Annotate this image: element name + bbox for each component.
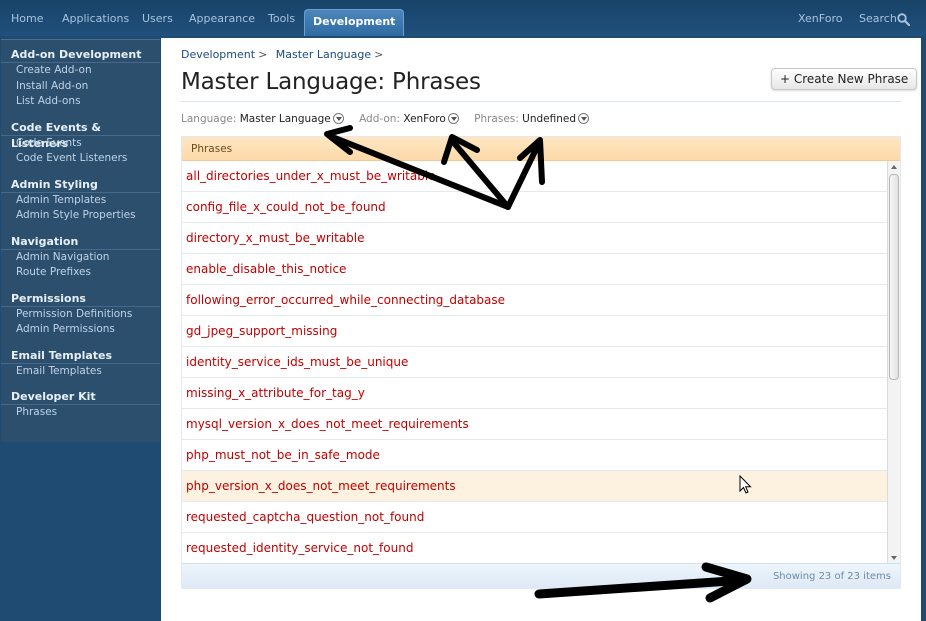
sidebar-item[interactable]: Phrases <box>1 405 160 421</box>
list-item[interactable]: all_directories_under_x_must_be_writable <box>182 161 888 192</box>
sidebar-group-title: Add-on Development <box>1 47 160 63</box>
tab-appearance[interactable]: Appearance <box>189 12 255 25</box>
list-item[interactable]: requested_captcha_question_not_found <box>182 502 888 533</box>
breadcrumb-master-language[interactable]: Master Language <box>276 48 371 61</box>
sidebar-item[interactable]: Install Add-on <box>1 79 160 95</box>
list-item[interactable]: identity_service_ids_must_be_unique <box>182 347 888 378</box>
chevron-down-icon[interactable] <box>447 113 459 124</box>
sidebar-group-title: Code Events & Listeners <box>1 120 160 150</box>
breadcrumb-separator: > <box>258 48 268 61</box>
list-item[interactable]: php_version_x_does_not_meet_requirements <box>182 471 888 502</box>
page-title: Master Language: Phrases <box>181 69 481 95</box>
sidebar-item[interactable]: Code Event Listeners <box>1 151 160 167</box>
tab-users[interactable]: Users <box>142 12 173 25</box>
filter-bar: Language: Master Language Add-on: XenFor… <box>181 112 601 126</box>
list-item[interactable]: enable_disable_this_notice <box>182 254 888 285</box>
title-divider <box>181 101 901 102</box>
xenforo-link[interactable]: XenForo <box>798 12 842 25</box>
list-item[interactable]: missing_x_attribute_for_tag_y <box>182 378 888 409</box>
list-item[interactable]: gd_jpeg_support_missing <box>182 316 888 347</box>
list-item[interactable]: directory_x_must_be_writable <box>182 223 888 254</box>
chevron-down-icon[interactable] <box>332 113 344 124</box>
sidebar: Add-on Development Create Add-on Install A… <box>1 39 160 442</box>
phrases-filter-label: Phrases: <box>474 113 519 125</box>
sidebar-item[interactable]: Admin Style Properties <box>1 208 160 224</box>
phrase-list: Phrases all_directories_under_x_must_be_… <box>181 136 901 589</box>
sidebar-group: Add-on Development Create Add-on Install A… <box>1 47 160 110</box>
list-item[interactable]: php_must_not_be_in_safe_mode <box>182 440 888 471</box>
sidebar-group-title: Navigation <box>1 234 160 250</box>
phrase-rows: all_directories_under_x_must_be_writable… <box>182 161 888 564</box>
tab-development[interactable]: Development <box>304 9 405 36</box>
sidebar-item[interactable]: Permission Definitions <box>1 307 160 323</box>
sidebar-group: Permissions Permission Definitions Admin P… <box>1 291 160 338</box>
breadcrumb-development[interactable]: Development <box>181 48 255 61</box>
scroll-up-icon[interactable] <box>891 165 897 169</box>
chevron-down-icon[interactable] <box>578 113 590 124</box>
list-header: Phrases <box>182 137 900 161</box>
sidebar-item[interactable]: Code Events <box>1 136 160 152</box>
phrases-filter[interactable]: Phrases: Undefined <box>474 112 590 126</box>
create-new-phrase-button[interactable]: + Create New Phrase <box>771 68 918 90</box>
list-item[interactable]: requested_identity_service_not_found <box>182 533 888 564</box>
sidebar-group: Code Events & Listeners Code Events Code E… <box>1 120 160 167</box>
list-item[interactable]: following_error_occurred_while_connectin… <box>182 285 888 316</box>
sidebar-group: Admin Styling Admin Templates Admin Style … <box>1 177 160 224</box>
breadcrumb-separator: > <box>374 48 384 61</box>
sidebar-group: Navigation Admin Navigation Route Prefixes <box>1 234 160 281</box>
search-link[interactable]: Search <box>859 12 897 25</box>
main-panel: Development > Master Language > Master Lan… <box>161 38 921 621</box>
sidebar-item[interactable]: Admin Permissions <box>1 322 160 338</box>
sidebar-item[interactable]: List Add-ons <box>1 94 160 110</box>
sidebar-item[interactable]: Email Templates <box>1 364 160 380</box>
sidebar-group: Email Templates Email Templates <box>1 348 160 380</box>
list-item[interactable]: mysql_version_x_does_not_meet_requiremen… <box>182 409 888 440</box>
sidebar-group-title: Developer Kit <box>1 389 160 405</box>
sidebar-group-title: Email Templates <box>1 348 160 364</box>
scroll-down-icon[interactable] <box>891 556 897 560</box>
mouse-pointer-icon <box>739 475 752 494</box>
sidebar-item[interactable]: Admin Navigation <box>1 250 160 266</box>
sidebar-item[interactable]: Route Prefixes <box>1 265 160 281</box>
addon-filter-label: Add-on: <box>359 113 400 125</box>
language-filter-label: Language: <box>181 113 237 125</box>
sidebar-item[interactable]: Admin Templates <box>1 193 160 209</box>
tab-tools[interactable]: Tools <box>268 12 295 25</box>
scrollbar-thumb[interactable] <box>889 174 899 380</box>
sidebar-item[interactable]: Create Add-on <box>1 63 160 79</box>
breadcrumb: Development > Master Language > <box>181 48 388 61</box>
phrases-filter-value[interactable]: Undefined <box>522 113 576 125</box>
addon-filter-value[interactable]: XenForo <box>403 113 445 125</box>
sidebar-group: Developer Kit Phrases <box>1 389 160 421</box>
list-item[interactable]: config_file_x_could_not_be_found <box>182 192 888 223</box>
top-navigation: Home Applications Users Appearance Tools… <box>0 0 926 36</box>
language-filter[interactable]: Language: Master Language <box>181 112 344 126</box>
tab-home[interactable]: Home <box>11 12 43 25</box>
list-scrollbar[interactable] <box>887 161 900 564</box>
language-filter-value[interactable]: Master Language <box>240 113 331 125</box>
list-footer-count: Showing 23 of 23 items <box>182 563 900 588</box>
search-icon[interactable] <box>897 13 910 26</box>
addon-filter[interactable]: Add-on: XenForo <box>359 112 459 126</box>
sidebar-group-title: Admin Styling <box>1 177 160 193</box>
tab-applications[interactable]: Applications <box>62 12 129 25</box>
sidebar-group-title: Permissions <box>1 291 160 307</box>
